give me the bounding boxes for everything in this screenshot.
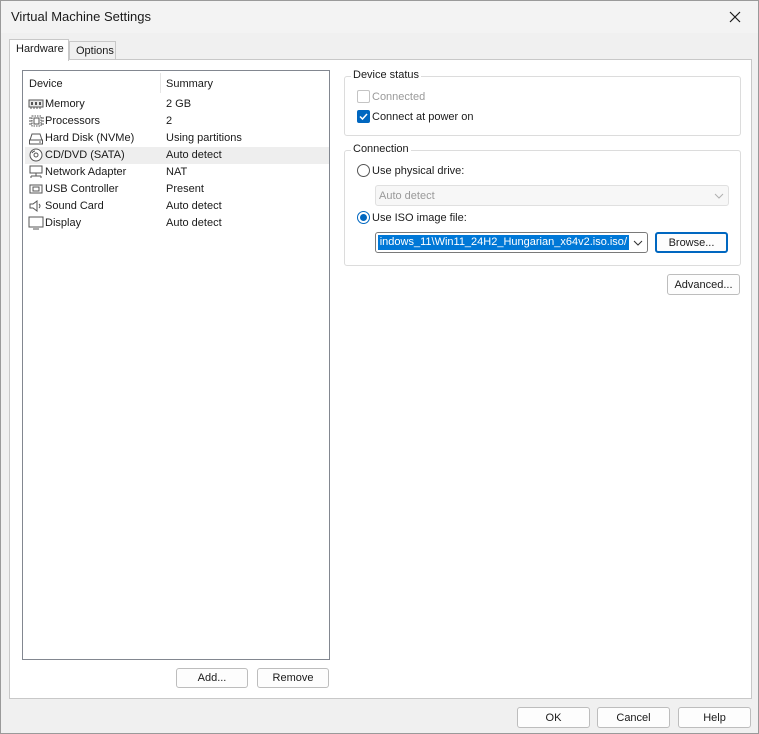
use-physical-drive-label: Use physical drive: [372,165,465,177]
device-summary: 2 GB [166,98,192,110]
hard-disk-icon [29,133,43,145]
speaker-icon [29,200,41,212]
device-row-network-adapter[interactable]: Network Adapter NAT [25,164,329,181]
iso-path-value[interactable]: /indows_11\Win11_24H2_Hungarian_x64v2.is… [378,235,629,250]
device-summary: Auto detect [166,149,222,161]
device-row-hard-disk[interactable]: Hard Disk (NVMe) Using partitions [25,130,329,147]
device-summary: Auto detect [166,200,222,212]
use-iso-image-label: Use ISO image file: [372,212,467,224]
device-row-display[interactable]: Display Auto detect [25,215,329,232]
list-header: Device Summary [23,71,329,95]
title-bar: Virtual Machine Settings [1,1,758,33]
add-device-button[interactable]: Add... [176,668,248,688]
physical-drive-select[interactable]: Auto detect [375,185,729,206]
device-row-memory[interactable]: Memory 2 GB [25,96,329,113]
device-name: Memory [45,98,85,110]
ok-button[interactable]: OK [517,707,590,728]
connection-group: Connection Use physical drive: Auto dete… [344,143,741,266]
device-row-processors[interactable]: Processors 2 [25,113,329,130]
network-adapter-icon [29,165,43,178]
device-summary: Auto detect [166,217,222,229]
connection-title: Connection [351,143,411,155]
device-summary: 2 [166,115,173,127]
monitor-icon [28,216,44,230]
device-name: Sound Card [45,200,104,212]
device-name: CD/DVD (SATA) [45,149,125,161]
checkmark-icon [359,113,368,121]
memory-icon [28,99,44,109]
window-title: Virtual Machine Settings [11,9,151,24]
device-name: USB Controller [45,183,119,195]
cancel-button[interactable]: Cancel [597,707,670,728]
column-separator[interactable] [160,73,161,93]
iso-path-combo[interactable]: /indows_11\Win11_24H2_Hungarian_x64v2.is… [375,232,648,253]
cd-dvd-icon [29,148,43,162]
connected-label: Connected [372,91,426,103]
device-row-usb-controller[interactable]: USB Controller Present [25,181,329,198]
connect-at-power-on-label: Connect at power on [372,111,474,123]
tab-options-label: Options [76,45,114,57]
device-list[interactable]: Device Summary Memory 2 GB Processors 2 … [22,70,330,660]
device-summary: Using partitions [166,132,242,144]
virtual-machine-settings-window: Virtual Machine Settings Hardware Option… [0,0,759,734]
physical-drive-value: Auto detect [379,190,435,202]
close-button[interactable] [712,1,758,33]
device-name: Display [45,217,82,229]
tab-hardware-label: Hardware [16,43,64,55]
chevron-down-icon [714,193,724,199]
help-button[interactable]: Help [678,707,751,728]
device-status-group: Device status Connected Connect at power… [344,69,741,136]
device-column-header[interactable]: Device [29,78,63,90]
close-icon [729,11,741,23]
usb-icon [29,184,43,194]
processor-icon [29,115,44,127]
device-name: Hard Disk (NVMe) [45,132,135,144]
connect-at-power-on-checkbox[interactable] [357,110,370,123]
device-name: Network Adapter [45,166,127,178]
chevron-down-icon[interactable] [633,238,643,248]
device-status-title: Device status [351,69,422,81]
summary-column-header[interactable]: Summary [166,78,213,90]
device-name: Processors [45,115,101,127]
use-iso-image-radio[interactable] [357,211,370,224]
hardware-panel: Device Summary Memory 2 GB Processors 2 … [9,59,752,699]
tab-hardware[interactable]: Hardware [9,39,69,61]
advanced-button[interactable]: Advanced... [667,274,740,295]
device-row-sound-card[interactable]: Sound Card Auto detect [25,198,329,215]
tab-options[interactable]: Options [69,41,116,60]
browse-button[interactable]: Browse... [655,232,728,253]
device-summary: Present [166,183,204,195]
connected-checkbox[interactable] [357,90,370,103]
use-physical-drive-radio[interactable] [357,164,370,177]
device-summary: NAT [166,166,188,178]
remove-device-button[interactable]: Remove [257,668,329,688]
device-row-cd-dvd[interactable]: CD/DVD (SATA) Auto detect [25,147,329,164]
